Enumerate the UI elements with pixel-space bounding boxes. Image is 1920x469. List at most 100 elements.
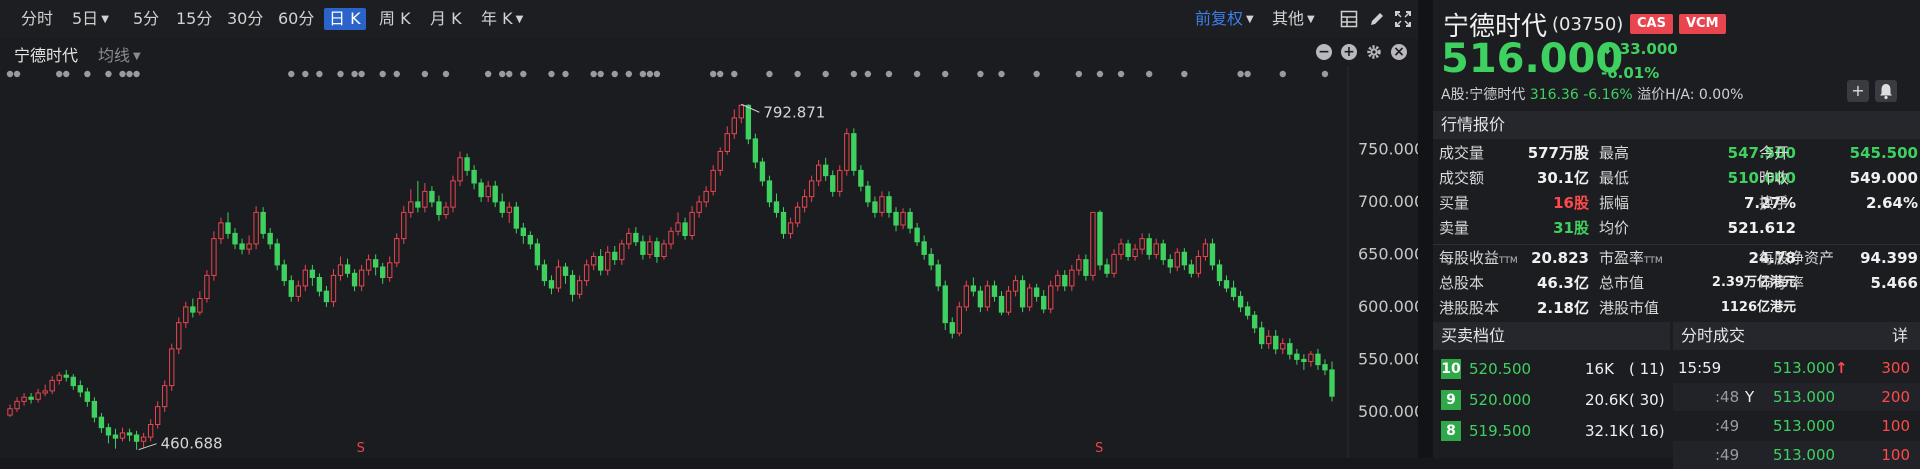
candle-body[interactable] [865, 185, 871, 203]
candle-body[interactable] [394, 238, 400, 264]
candle-body[interactable] [851, 133, 857, 171]
event-dot[interactable] [126, 70, 133, 78]
event-dot[interactable] [442, 70, 450, 78]
candle-body[interactable] [1223, 280, 1230, 289]
event-dot[interactable] [646, 70, 654, 78]
fullscreen-icon[interactable] [1394, 10, 1412, 28]
candle-body[interactable] [682, 222, 688, 236]
ma-dropdown[interactable]: 均线 ▼ [98, 42, 141, 66]
candle-body[interactable] [527, 235, 534, 245]
event-dot[interactable] [358, 70, 365, 78]
candle-body[interactable] [91, 400, 98, 418]
kline-chart[interactable]: 750.000 700.000 650.000 600.000 550.000 500.0… [0, 66, 1418, 458]
candle-body[interactable] [879, 196, 885, 213]
candle-body[interactable] [337, 264, 344, 276]
event-dot[interactable] [133, 70, 140, 78]
event-dot[interactable] [1096, 70, 1104, 78]
candle-body[interactable] [1062, 274, 1068, 287]
event-dot[interactable] [506, 70, 513, 78]
candle-body[interactable] [1174, 251, 1180, 268]
candle-body[interactable] [1188, 264, 1195, 274]
candle-body[interactable] [1111, 253, 1117, 274]
candle-body[interactable] [274, 243, 280, 266]
panel-divider[interactable] [1418, 0, 1433, 458]
candle-body[interactable] [640, 241, 646, 255]
candle-body[interactable] [520, 227, 527, 236]
tab-month-k[interactable]: 月 K [425, 8, 467, 30]
candle-body[interactable] [457, 157, 463, 182]
candle-body[interactable] [576, 280, 583, 295]
candle-body[interactable] [724, 133, 730, 153]
candle-body[interactable] [14, 400, 20, 410]
candle-body[interactable] [380, 266, 386, 278]
candle-body[interactable] [1230, 287, 1237, 297]
candle-body[interactable] [485, 185, 491, 198]
candle-body[interactable] [183, 306, 189, 324]
candle-body[interactable] [830, 175, 836, 192]
candle-body[interactable] [42, 390, 48, 394]
candle-body[interactable] [837, 169, 843, 192]
candle-body[interactable] [647, 241, 653, 255]
event-dot[interactable] [653, 70, 661, 78]
candle-body[interactable] [1195, 256, 1202, 274]
layout-grid-icon[interactable] [1340, 10, 1358, 28]
event-dot[interactable] [766, 70, 773, 78]
candle-body[interactable] [499, 201, 505, 213]
candle-body[interactable] [506, 206, 512, 213]
candle-body[interactable] [190, 306, 196, 313]
candle-body[interactable] [1012, 280, 1019, 292]
event-dot[interactable] [84, 70, 91, 78]
candle-body[interactable] [1055, 274, 1061, 287]
candle-body[interactable] [590, 256, 597, 266]
event-dot[interactable] [1321, 70, 1329, 78]
tab-week-k[interactable]: 周 K [374, 8, 416, 30]
event-dot[interactable] [421, 70, 429, 78]
candle-body[interactable] [471, 169, 477, 184]
candle-body[interactable] [1308, 353, 1314, 362]
event-dot[interactable] [625, 70, 633, 78]
event-dot[interactable] [499, 70, 506, 78]
event-dot[interactable] [794, 70, 801, 78]
candle-body[interactable] [1146, 238, 1152, 255]
candle-body[interactable] [1181, 251, 1188, 266]
candle-body[interactable] [970, 285, 977, 292]
event-dot[interactable] [1117, 70, 1125, 78]
candle-body[interactable] [675, 222, 681, 232]
candle-body[interactable] [302, 269, 309, 287]
candle-body[interactable] [844, 133, 850, 171]
candle-body[interactable] [759, 161, 766, 182]
event-dot[interactable] [717, 70, 724, 78]
candle-body[interactable] [555, 266, 562, 289]
event-dot[interactable] [1033, 70, 1040, 78]
candle-body[interactable] [1273, 335, 1279, 350]
candle-body[interactable] [998, 295, 1005, 313]
candle-body[interactable] [239, 243, 245, 250]
event-dot[interactable] [977, 70, 984, 78]
tab-5day[interactable]: 5日 ▼ [67, 8, 114, 30]
candle-body[interactable] [133, 434, 140, 442]
candle-body[interactable] [478, 182, 484, 198]
candle-body[interactable] [984, 285, 991, 308]
event-dot[interactable] [316, 70, 323, 78]
candle-body[interactable] [1294, 353, 1300, 360]
candle-body[interactable] [422, 190, 428, 208]
close-circle-icon[interactable]: × [1391, 44, 1407, 60]
event-dot[interactable] [379, 70, 386, 78]
orderbook-row[interactable]: 8 519.500 32.1K( 16) [1433, 416, 1670, 446]
tab-year-k[interactable]: 年 K ▼ [476, 8, 528, 30]
candle-body[interactable] [886, 196, 892, 213]
event-dot[interactable] [13, 70, 21, 78]
event-dot[interactable] [6, 70, 14, 78]
candle-body[interactable] [49, 379, 55, 392]
candle-body[interactable] [752, 138, 759, 163]
candle-body[interactable] [1167, 259, 1173, 268]
candle-body[interactable] [246, 243, 252, 250]
event-dot[interactable] [864, 70, 872, 78]
timesales-row[interactable]: 15:59 513.000↑ 300 [1673, 354, 1920, 382]
candle-body[interactable] [450, 180, 456, 208]
candle-body[interactable] [619, 243, 625, 261]
timesales-detail-button[interactable]: 详 [1892, 322, 1908, 350]
candle-body[interactable] [548, 280, 555, 289]
candle-body[interactable] [176, 322, 182, 350]
event-dot[interactable] [611, 70, 618, 78]
